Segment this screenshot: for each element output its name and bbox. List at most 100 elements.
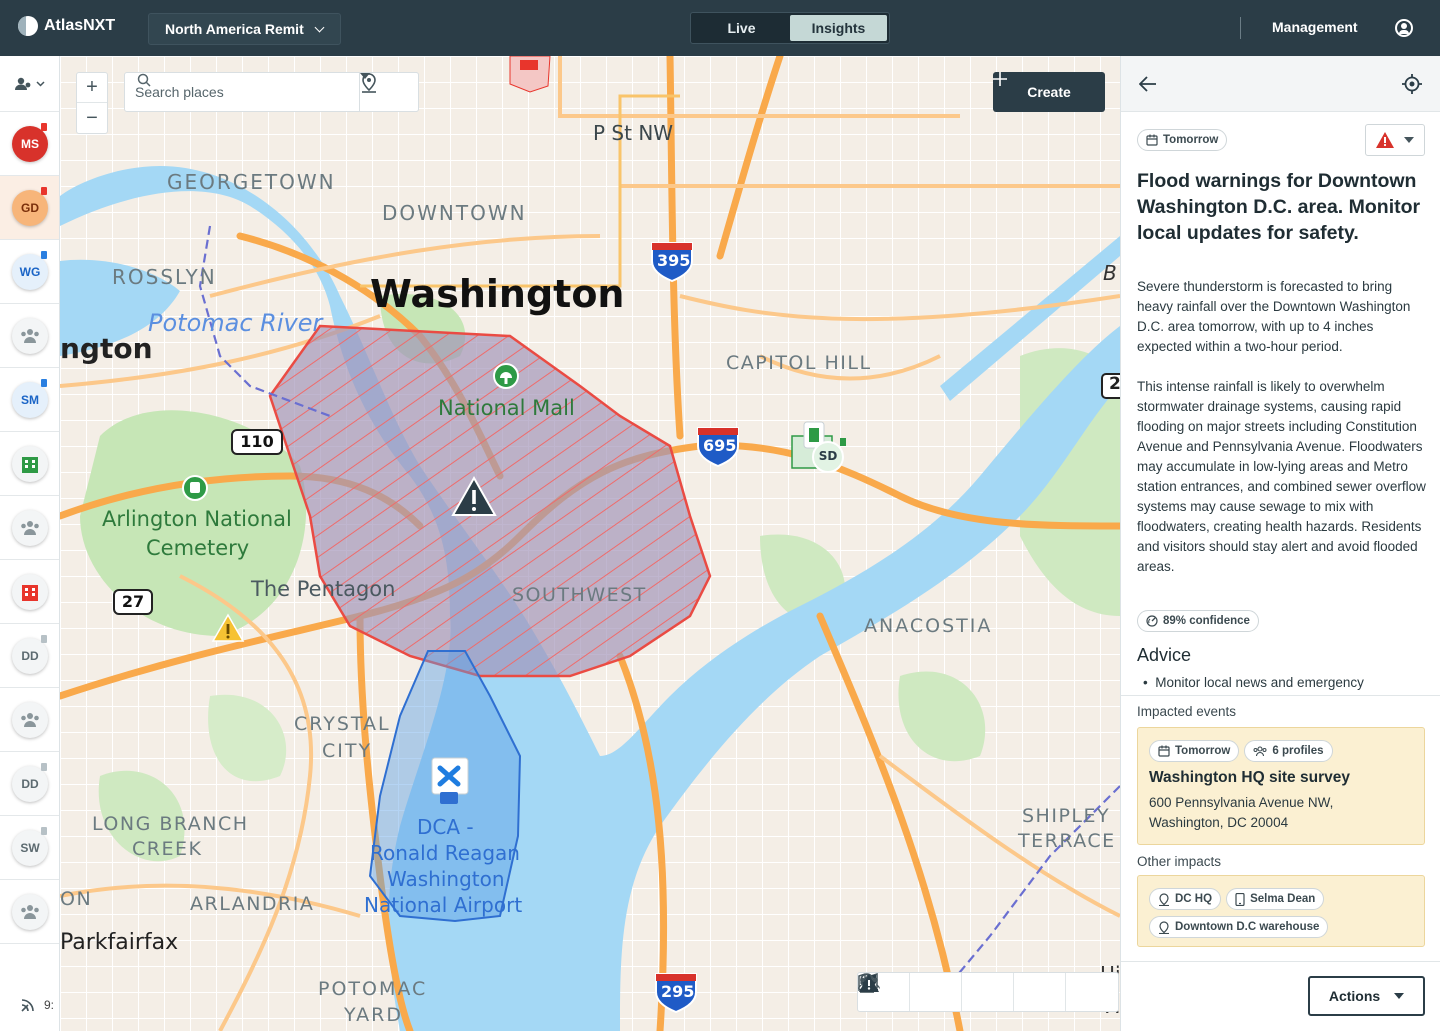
create-button[interactable]: Create	[993, 72, 1105, 112]
map-label-capitol-hill: CAPITOL HILL	[726, 352, 872, 374]
management-link[interactable]: Management	[1272, 19, 1358, 35]
rail-profile-item[interactable]	[0, 304, 59, 368]
rail-bottom-status[interactable]: 9:	[0, 979, 60, 1031]
profile-initials: SM	[21, 393, 39, 407]
severity-dropdown[interactable]	[1365, 124, 1425, 156]
confidence-label: 89% confidence	[1163, 615, 1250, 627]
warning-icon	[859, 974, 879, 992]
profile-avatar: SM	[12, 382, 48, 418]
impact-chip-dc-hq[interactable]: DC HQ	[1149, 888, 1222, 910]
back-arrow-icon[interactable]	[1139, 76, 1157, 92]
impacted-event-card[interactable]: Tomorrow 6 profiles Washington HQ site s…	[1137, 727, 1425, 845]
panel-footer: Actions	[1121, 961, 1440, 1031]
map-label-crystal-1: CRYSTAL	[294, 713, 391, 735]
marker-sd-label[interactable]: SD	[814, 449, 842, 463]
group-icon	[12, 318, 48, 354]
rail-profile-item[interactable]: DD	[0, 752, 59, 816]
map-label-arlington-cemetery-2: Cemetery	[146, 536, 250, 560]
calendar-icon	[1158, 745, 1170, 757]
zoom-out-button[interactable]: −	[77, 103, 107, 133]
rail-filter-button[interactable]	[0, 56, 59, 112]
create-label: Create	[1027, 84, 1071, 100]
impact-chip-warehouse[interactable]: Downtown D.C warehouse	[1149, 916, 1329, 938]
impact-chip-label: Selma Dean	[1250, 893, 1316, 905]
rail-profile-item[interactable]: SM	[0, 368, 59, 432]
search-icon	[137, 73, 151, 87]
zoom-in-button[interactable]: +	[77, 73, 107, 103]
status-flag-icon	[41, 379, 47, 387]
divider	[1240, 17, 1241, 39]
map-canvas[interactable]: GEORGETOWN DOWNTOWN P St NW ROSSLYN Poto…	[60, 56, 1120, 1031]
map-label-edge-b: B	[1103, 261, 1117, 285]
rail-profile-item[interactable]	[0, 880, 59, 944]
map-label-dca-1: DCA -	[417, 815, 474, 839]
alert-description-p2: This intense rainfall is likely to overw…	[1137, 379, 1426, 574]
map-label-long-branch-1: LONG BRANCH	[92, 813, 249, 835]
building-red-icon	[12, 574, 48, 610]
profile-avatar: DD	[12, 638, 48, 674]
divider	[1121, 695, 1440, 696]
tab-live[interactable]: Live	[693, 15, 790, 41]
mode-toggle: Live Insights	[690, 12, 890, 44]
map-label-dca-2: Ronald Reagan	[370, 841, 520, 865]
status-flag-icon	[41, 123, 47, 131]
shield-27-label: 27	[121, 592, 145, 611]
map-label-p-st: P St NW	[593, 121, 674, 145]
map-label-rosslyn: ROSSLYN	[112, 265, 217, 289]
impacted-events-label: Impacted events	[1137, 704, 1237, 719]
map-label-dca-3: Washington	[387, 867, 505, 891]
group-icon	[12, 894, 48, 930]
group-icon	[1253, 746, 1267, 757]
date-chip: Tomorrow	[1137, 129, 1228, 151]
tag-layer-button[interactable]	[860, 973, 962, 1011]
plus-icon	[993, 72, 1007, 86]
rail-profile-item[interactable]	[0, 496, 59, 560]
profile-avatar: SW	[12, 830, 48, 866]
shield-395-label: 395	[657, 251, 691, 270]
rail-profile-item[interactable]	[0, 688, 59, 752]
tab-insights[interactable]: Insights	[790, 15, 887, 41]
region-selector[interactable]: North America Remit	[148, 13, 341, 45]
profile-avatar: DD	[12, 766, 48, 802]
rail-profile-item[interactable]	[0, 432, 59, 496]
profile-initials: WG	[19, 265, 41, 279]
locate-icon[interactable]	[1402, 74, 1422, 94]
event-address-line-2: Washington, DC 20004	[1149, 815, 1289, 830]
rail-profile-item[interactable]: GD	[0, 176, 59, 240]
map-label-long-branch-2: CREEK	[132, 838, 203, 860]
rail-profile-item[interactable]: DD	[0, 624, 59, 688]
rail-profile-item[interactable]: SW	[0, 816, 59, 880]
logo-icon	[18, 16, 38, 36]
map-label-arlington-cemetery-1: Arlington National	[102, 507, 292, 531]
map-label-pentagon: The Pentagon	[251, 577, 396, 601]
advice-item: • Monitor local news and emergency	[1143, 675, 1364, 690]
warning-red-icon	[1376, 132, 1394, 148]
location-type-dropdown[interactable]	[359, 72, 419, 112]
map-label-potomac-yard-1: POTOMAC	[318, 978, 428, 1000]
rail-profile-item[interactable]	[0, 560, 59, 624]
actions-label: Actions	[1328, 988, 1381, 1004]
gauge-icon	[1146, 615, 1158, 627]
app-name: AtlasNXT	[44, 17, 116, 34]
zoom-control: + −	[76, 72, 108, 134]
alerts-layer-button[interactable]	[859, 973, 1118, 1011]
people-layer-button[interactable]	[858, 973, 1066, 1011]
status-flag-icon	[41, 827, 47, 835]
profile-avatar: WG	[12, 254, 48, 290]
rail-profile-item[interactable]: WG	[0, 240, 59, 304]
map-label-potomac-yard-2: YARD	[344, 1004, 403, 1026]
rail-profile-item[interactable]: MS	[0, 112, 59, 176]
actions-button[interactable]: Actions	[1308, 976, 1425, 1016]
location-layer-button[interactable]	[860, 973, 1014, 1011]
region-label: North America Remit	[165, 21, 304, 37]
search-input[interactable]	[135, 84, 335, 100]
app-logo[interactable]: AtlasNXT	[18, 16, 115, 36]
impact-chip-label: DC HQ	[1175, 893, 1213, 905]
event-address-line-1: 600 Pennsylvania Avenue NW,	[1149, 795, 1334, 810]
impact-chip-selma-dean[interactable]: Selma Dean	[1226, 888, 1325, 910]
profile-initials: GD	[21, 201, 39, 215]
user-account-icon[interactable]	[1395, 19, 1413, 37]
shield-295-label: 295	[661, 982, 695, 1001]
date-chip-label: Tomorrow	[1163, 134, 1219, 146]
map-label-southwest: SOUTHWEST	[512, 584, 647, 606]
